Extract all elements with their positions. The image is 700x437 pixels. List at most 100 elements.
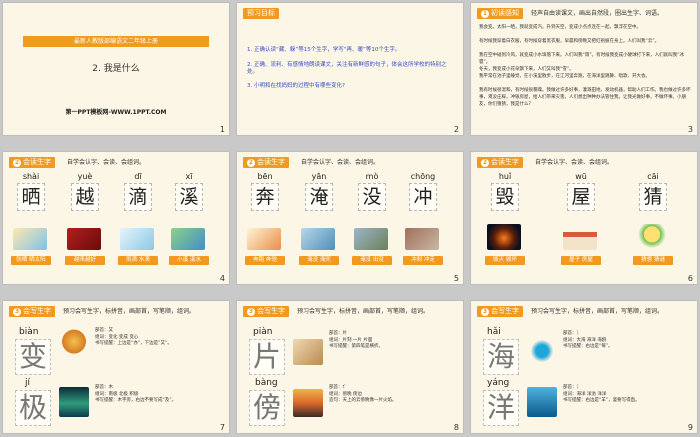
character-box: 没 [358, 183, 386, 211]
slide-number: 8 [453, 423, 459, 432]
pinyin-label: huǐ [498, 172, 512, 181]
pinyin-label: mò [365, 172, 379, 181]
illustration-image [527, 387, 557, 417]
pinyin-label: bēn [257, 172, 273, 181]
word-example: 淹没 出没 [352, 256, 392, 265]
word-example: 奔跑 奔驰 [245, 256, 285, 265]
illustration-image [247, 228, 281, 250]
slide-thumbnail-1[interactable]: 最新人教版部编语文二年级上册 2. 我是什么 第一PPT模板网-WWW.1PPT… [3, 3, 229, 135]
section-instructions: 轻声自由读课文，画出自然段，圈出生字、词语。 [531, 10, 664, 17]
text-paragraph: 我在空中碰到冷风，就变成小水珠落下来。人们叫我“雨”。有时候我变成小硬球打下来，… [479, 53, 684, 65]
slide-number: 7 [219, 423, 225, 432]
pinyin-label: dī [134, 172, 142, 181]
section-instructions: 自学会认字、会读、会组词。 [535, 159, 614, 166]
section-tag: 2 会读生字 [477, 157, 523, 168]
illustration-image [405, 228, 439, 250]
illustration-image [487, 224, 521, 250]
section-tag: 3 会写生字 [477, 306, 523, 317]
pinyin-label: xī [185, 172, 193, 181]
character-box: 海 [483, 339, 519, 375]
illustration-image [13, 228, 47, 250]
lesson-title: 2. 我是什么 [92, 64, 140, 74]
slide-thumbnail-2[interactable]: 预习目标 1. 正确认读“藏、躲”等15个生字，学写“再、暖”等10个生字。 2… [237, 3, 463, 135]
illustration-image [67, 228, 101, 250]
word-example: 冲刺 冲走 [403, 256, 443, 265]
goal-line: 1. 正确认读“藏、躲”等15个生字，学写“再、暖”等10个生字。 [247, 47, 401, 53]
character-box: 毁 [491, 183, 519, 211]
word-example: 越来越好 [65, 256, 105, 265]
section-instructions: 预习会写生字，标拼音，画部首，写笔顺，组词。 [63, 308, 196, 315]
pinyin-label: piàn [253, 327, 273, 337]
section-instructions: 自学会认字、会读、会组词。 [301, 159, 380, 166]
slide-thumbnail-5[interactable]: 2 会读生字 自学会认字、会读、会组词。 bēn 奔 奔跑 奔驰 yān 淹 淹没… [237, 152, 463, 284]
character-box: 屋 [567, 183, 595, 211]
slide-number: 3 [687, 125, 693, 134]
slide-thumbnail-3[interactable]: 1 初读感知 轻声自由读课文，画出自然段，圈出生字、词语。 我会变。太阳一晒，我就… [471, 3, 697, 135]
pinyin-label: chōng [410, 172, 436, 181]
character-box: 晒 [17, 183, 45, 211]
pinyin-label: wū [575, 172, 587, 181]
pinyin-label: yuè [77, 172, 93, 181]
pinyin-label: bàng [255, 378, 278, 388]
slide-thumbnail-9[interactable]: 3 会写生字 预习会写生字，标拼音，画部首，写笔顺，组词。 hǎi 海 部首：氵 … [471, 301, 697, 433]
illustration-image [120, 228, 154, 250]
character-box: 极 [15, 390, 51, 426]
section-tag: 2 会读生字 [243, 157, 289, 168]
illustration-image [59, 387, 89, 417]
slide-thumbnail-8[interactable]: 3 会写生字 预习会写生字，标拼音，画部首，写笔顺，组词。 piàn 片 部首：片… [237, 301, 463, 433]
illustration-image [301, 228, 335, 250]
text-paragraph: 有时候我穿着白衣服，有时候穿着黑衣服，早晨和傍晚又把红袍披在身上。人们叫我“云”… [479, 39, 660, 44]
character-info: 部首：片 组词：片刻 一片 片面 书写提醒：第四笔是横折。 [329, 331, 383, 349]
section-tag: 2 会读生字 [9, 157, 55, 168]
illustration-image [635, 224, 669, 250]
character-info: 部首：又 组词：变化 变成 变心 书写提醒：上边是“亦”，下边是“又”。 [95, 328, 172, 346]
word-example: 防晒 晒太阳 [11, 256, 51, 265]
character-box: 冲 [409, 183, 437, 211]
slide-thumbnail-4[interactable]: 2 会读生字 自学会认字、会读、会组词。 shài 晒 防晒 晒太阳 yuè 越 … [3, 152, 229, 284]
slide-thumbnail-7[interactable]: 3 会写生字 预习会写生字，标拼音，画部首，写笔顺，组词。 biàn 变 部首：又… [3, 301, 229, 433]
word-example: 淹没 淹死 [299, 256, 339, 265]
character-info: 部首：氵 组词：大海 海洋 海鸥 书写提醒：右边是“每”。 [563, 331, 613, 349]
character-box: 溪 [175, 183, 203, 211]
character-box: 片 [249, 339, 285, 375]
illustration-image [563, 224, 597, 250]
slide-number: 1 [219, 125, 225, 134]
word-example: 毁灭 毁坏 [485, 256, 525, 265]
pinyin-label: shài [22, 172, 40, 181]
illustration-image [293, 389, 323, 417]
character-box: 奔 [251, 183, 279, 211]
illustration-image [293, 339, 323, 365]
slide-thumbnail-6[interactable]: 2 会读生字 自学会认字、会读、会组词。 huǐ 毁 毁灭 毁坏 wū 屋 屋子 … [471, 152, 697, 284]
pinyin-label: biàn [19, 327, 39, 337]
character-info: 部首：木 组词：南极 北极 积极 书写提醒：木字旁，右边不要写成“及”。 [95, 385, 177, 403]
word-example: 雨滴 水滴 [118, 256, 158, 265]
illustration-image [527, 337, 557, 365]
section-instructions: 预习会写生字，标拼音，画部首，写笔顺，组词。 [297, 308, 430, 315]
text-paragraph: 我平常在池子里睡觉，在小溪里散步，在江河里奔跑，在海洋里跳舞、唱歌、开大会。 [479, 74, 650, 79]
slide-number: 2 [453, 125, 459, 134]
slide-number: 5 [453, 274, 459, 283]
pinyin-label: hǎi [487, 327, 501, 337]
illustration-image [171, 228, 205, 250]
character-box: 淹 [305, 183, 333, 211]
section-tag: 1 初读感知 [477, 8, 523, 19]
word-example: 小溪 溪水 [169, 256, 209, 265]
character-box: 越 [71, 183, 99, 211]
section-tag: 3 会写生字 [9, 306, 55, 317]
character-box: 猜 [639, 183, 667, 211]
illustration-image [59, 329, 89, 357]
pinyin-label: jí [25, 378, 31, 388]
character-box: 变 [15, 339, 51, 375]
section-tag: 预习目标 [243, 8, 279, 19]
text-paragraph: 冬天，我变成小花朵飘下来，人们又叫我“雪”。 [479, 67, 574, 72]
site-credit: 第一PPT模板网-WWW.1PPT.COM [65, 109, 167, 116]
illustration-image [354, 228, 388, 250]
pinyin-label: yān [311, 172, 327, 181]
text-paragraph: 我有时候很温和，有时候很暴躁。我做过许多好事，灌溉田地，发动机器，帮助人们工作。… [479, 88, 691, 107]
section-instructions: 自学会认字、会读、会组词。 [67, 159, 146, 166]
character-box: 滴 [124, 183, 152, 211]
pinyin-label: cāi [647, 172, 659, 181]
slide-number: 4 [219, 274, 225, 283]
character-box: 洋 [483, 390, 519, 426]
goal-line: 2. 正确、流利、有感情地朗读课文，关注有新鲜感的句子，体会这所学校的特别之处。 [247, 62, 447, 75]
